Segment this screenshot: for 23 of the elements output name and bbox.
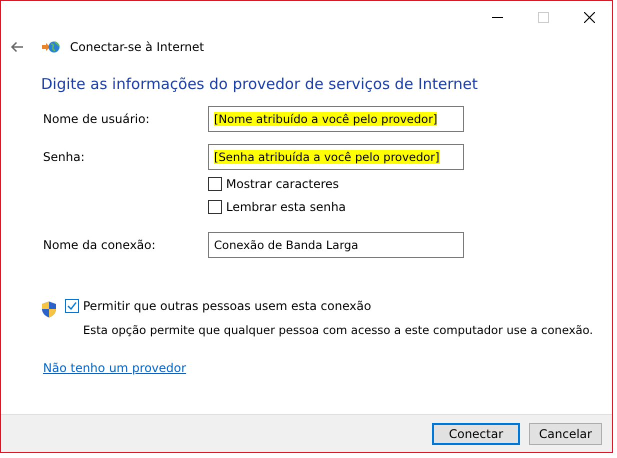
text-field[interactable]: Conexão de Banda Larga	[208, 232, 464, 258]
description-text: Esta opção permite que qualquer pessoa com acesso a este computador use a conexão.	[83, 323, 594, 337]
minimize-icon[interactable]	[492, 16, 502, 18]
checkbox[interactable]	[208, 200, 222, 214]
field-label: Senha:	[42, 150, 86, 164]
shield-icon	[41, 301, 57, 318]
connect-button[interactable]: Conectar	[432, 422, 520, 444]
checkbox[interactable]	[65, 299, 79, 313]
close-icon[interactable]	[584, 12, 594, 22]
page-heading: Digite as informações do provedor de serviços de Internet	[41, 75, 479, 93]
checkbox-label: Permitir que outras pessoas usem esta conexão	[83, 299, 372, 313]
checkbox-label: Lembrar esta senha	[226, 200, 346, 214]
window-title: Conectar-se à Internet	[70, 40, 204, 54]
checkbox-label: Mostrar caracteres	[226, 177, 339, 191]
field-label: Nome de usuário:	[42, 112, 150, 126]
text-field[interactable]: [Nome atribuído a você pelo provedor]	[208, 106, 464, 132]
provider-link[interactable]: Não tenho um provedor	[41, 361, 186, 375]
field-label: Nome da conexão:	[42, 238, 157, 252]
globe-icon	[42, 40, 60, 54]
cancel-button[interactable]: Cancelar	[529, 422, 602, 444]
back-arrow-icon[interactable]	[10, 41, 24, 53]
text-field[interactable]: [Senha atribuída a você pelo provedor]	[208, 144, 464, 170]
checkbox[interactable]	[208, 177, 222, 191]
